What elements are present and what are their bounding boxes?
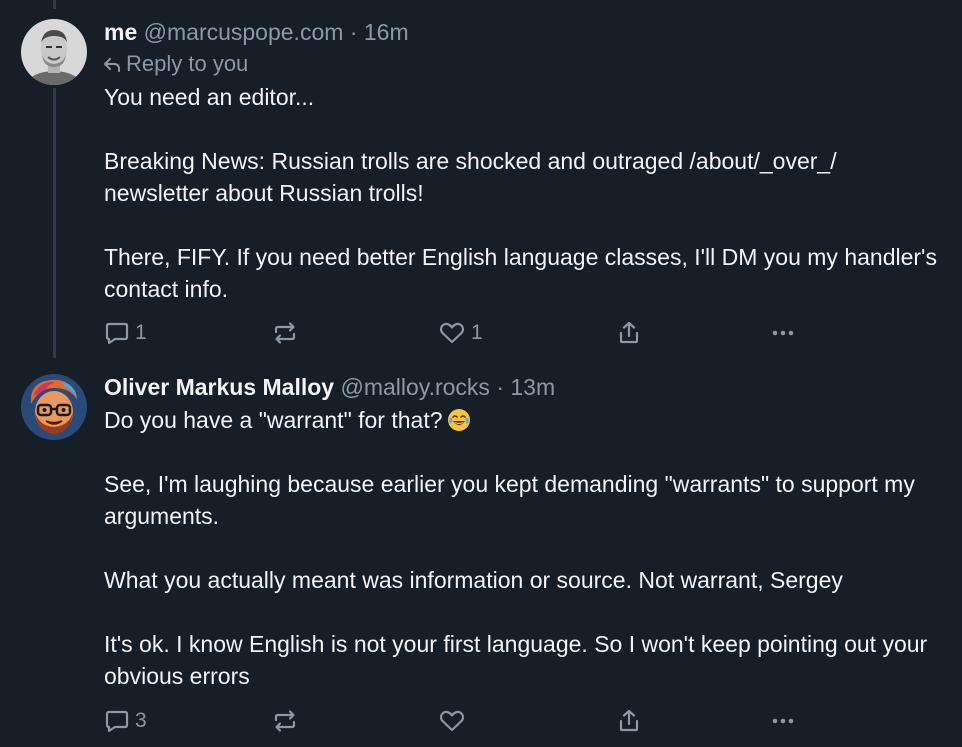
timestamp[interactable]: 16m — [364, 19, 409, 45]
reply-button[interactable]: 1 — [104, 318, 147, 348]
author-name[interactable]: me — [104, 19, 137, 45]
repost-icon — [274, 322, 296, 344]
post-text: Do you have a "warrant" for that? See, I… — [104, 404, 942, 692]
like-button[interactable] — [438, 706, 466, 736]
post-text: You need an editor... Breaking News: Rus… — [104, 81, 942, 305]
ellipsis-icon — [772, 718, 794, 724]
avatar[interactable] — [21, 19, 87, 85]
reply-count: 1 — [135, 321, 147, 344]
like-count: 1 — [471, 321, 483, 344]
timestamp[interactable]: 13m — [510, 374, 555, 400]
ellipsis-icon — [772, 330, 794, 336]
heart-icon — [439, 710, 465, 732]
repost-button[interactable] — [272, 318, 298, 348]
like-button[interactable]: 1 — [438, 318, 483, 348]
post-paragraph: What you actually meant was information … — [104, 567, 843, 593]
post-header: me @marcuspope.com · 16m — [104, 17, 942, 47]
separator: · — [496, 374, 504, 400]
author-handle[interactable]: @marcuspope.com — [144, 19, 344, 45]
post-item[interactable]: me @marcuspope.com · 16m Reply to you Yo… — [0, 0, 962, 360]
avatar[interactable] — [21, 374, 87, 440]
post-paragraph: You need an editor... — [104, 84, 315, 110]
post-item[interactable]: Oliver Markus Malloy @malloy.rocks · 13m… — [0, 360, 962, 747]
separator: · — [349, 19, 358, 45]
share-icon — [619, 709, 639, 732]
author-name[interactable]: Oliver Markus Malloy — [104, 374, 334, 400]
tears-of-joy-emoji-icon — [447, 409, 470, 431]
post-actions: 1 1 — [104, 318, 804, 348]
author-handle[interactable]: @malloy.rocks — [340, 374, 489, 400]
reply-arrow-icon — [104, 58, 120, 72]
post-paragraph: Breaking News: Russian trolls are shocke… — [104, 148, 837, 206]
repost-button[interactable] — [272, 706, 298, 736]
post-paragraph: It's ok. I know English is not your firs… — [104, 631, 928, 689]
reply-count: 3 — [135, 709, 147, 732]
reply-to-indicator[interactable]: Reply to you — [104, 49, 942, 79]
post-paragraph-text: Do you have a "warrant" for that? — [104, 407, 443, 433]
post-paragraph: See, I'm laughing because earlier you ke… — [104, 471, 915, 529]
share-icon — [619, 321, 639, 344]
heart-icon — [439, 322, 465, 344]
reply-bubble-icon — [105, 322, 129, 345]
reply-button[interactable]: 3 — [104, 706, 147, 736]
share-button[interactable] — [616, 318, 642, 348]
share-button[interactable] — [616, 706, 642, 736]
reply-bubble-icon — [105, 710, 129, 733]
post-header: Oliver Markus Malloy @malloy.rocks · 13m — [104, 372, 942, 402]
more-options-button[interactable] — [769, 318, 797, 348]
avatar-cartoon-man-icon — [21, 374, 87, 440]
reply-to-label: Reply to you — [126, 51, 249, 76]
post-actions: 3 — [104, 706, 804, 736]
avatar-man-photo-icon — [21, 19, 87, 85]
post-paragraph: There, FIFY. If you need better English … — [104, 244, 937, 302]
repost-icon — [274, 710, 296, 732]
post-paragraph: Do you have a "warrant" for that? — [104, 404, 942, 436]
more-options-button[interactable] — [769, 706, 797, 736]
